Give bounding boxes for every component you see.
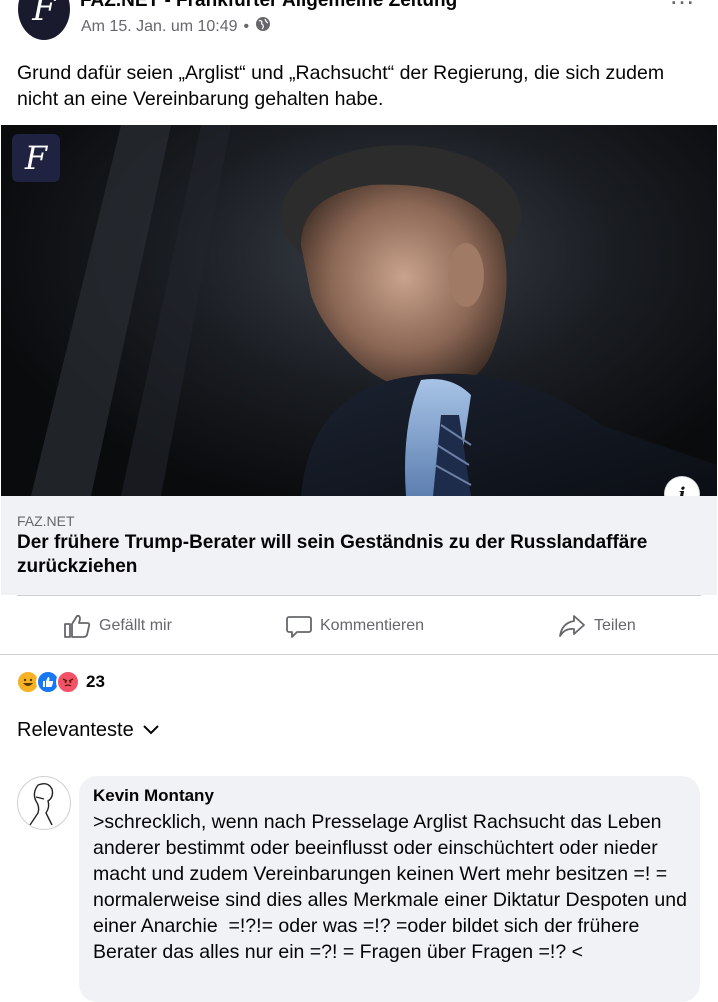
divider — [0, 654, 718, 655]
post-text: Grund dafür seien „Arglist“ und „Rachsuc… — [17, 62, 665, 110]
page-avatar[interactable]: F — [18, 0, 70, 40]
meta-separator: • — [243, 17, 250, 35]
share-label: Teilen — [594, 617, 636, 634]
post-image[interactable] — [1, 125, 717, 496]
post-meta: Am 15. Jan. um 10:49 • — [81, 16, 271, 37]
divider — [17, 595, 701, 596]
like-button[interactable]: Gefällt mir — [63, 611, 172, 641]
comment-label: Kommentieren — [320, 617, 425, 634]
comment-sort-label: Relevanteste — [17, 719, 134, 741]
faz-badge-letter: F — [24, 139, 48, 177]
comment-sort-dropdown[interactable]: Relevanteste — [17, 719, 160, 742]
more-options-icon[interactable]: … — [669, 0, 696, 11]
link-domain: FAZ.NET — [17, 513, 75, 529]
page-avatar-letter: F — [32, 0, 56, 29]
post-timestamp[interactable]: Am 15. Jan. um 10:49 — [81, 18, 238, 36]
comment-author[interactable]: Kevin Montany — [93, 786, 214, 806]
share-icon — [558, 613, 586, 639]
angry-reaction-icon — [56, 670, 80, 694]
reactions-summary[interactable]: 23 — [16, 670, 105, 694]
chevron-down-icon — [142, 719, 160, 742]
reaction-count: 23 — [86, 672, 105, 691]
link-title[interactable]: Der frühere Trump-Berater will sein Gest… — [17, 531, 707, 579]
page-name[interactable]: FAZ.NET - Frankfurter Allgemeine Zeitung — [80, 0, 457, 12]
like-label: Gefällt mir — [99, 617, 172, 634]
comment-button[interactable]: Kommentieren — [286, 611, 424, 641]
comment-text: >schrecklich, wenn nach Presselage Argli… — [93, 811, 687, 963]
faz-logo-badge: F — [12, 134, 60, 182]
share-button[interactable]: Teilen — [558, 611, 636, 641]
thumbs-up-icon — [63, 613, 91, 639]
comment-icon — [286, 613, 312, 639]
globe-icon — [255, 16, 271, 37]
commenter-avatar[interactable] — [17, 776, 71, 830]
